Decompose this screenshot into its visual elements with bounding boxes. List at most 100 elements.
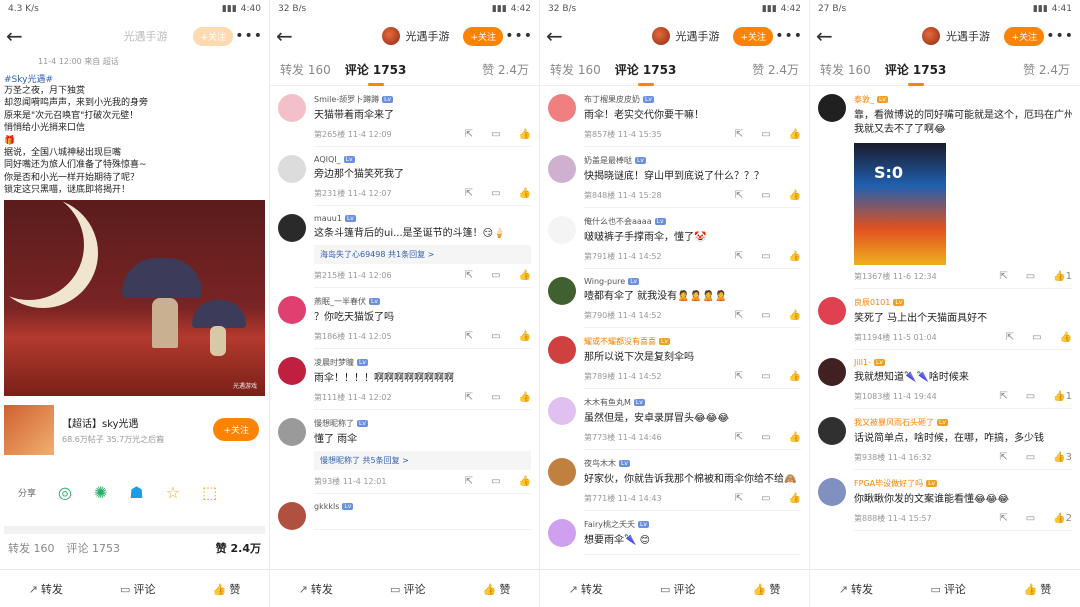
tab-comment[interactable]: 评论 1753 [885, 61, 946, 86]
like-icon[interactable]: 👍 [519, 392, 531, 403]
share-icon[interactable]: ⇱ [465, 188, 473, 199]
comment-count[interactable]: 评论 1753 [67, 540, 121, 556]
share-icon[interactable]: ⇱ [465, 331, 473, 342]
comment-button[interactable]: ▭ 评论 [931, 581, 966, 597]
like-icon[interactable]: 👍3 [1053, 452, 1072, 463]
like-icon[interactable]: 👍 [789, 310, 801, 321]
avatar[interactable] [278, 155, 306, 183]
reply-icon[interactable]: ▭ [1026, 271, 1035, 282]
like-button[interactable]: 👍 赞 [753, 581, 781, 597]
back-arrow-icon[interactable]: ← [276, 24, 298, 48]
share-icon[interactable]: ⇱ [465, 270, 473, 281]
avatar[interactable] [818, 94, 846, 122]
share-icon[interactable]: ⇱ [735, 432, 743, 443]
like-icon[interactable]: 👍 [519, 331, 531, 342]
avatar[interactable] [278, 94, 306, 122]
comment-button[interactable]: ▭ 评论 [390, 581, 425, 597]
more-icon[interactable]: ••• [1046, 28, 1074, 44]
reply-icon[interactable]: ▭ [491, 270, 500, 281]
share-icon[interactable]: ⇱ [735, 493, 743, 504]
tab-like[interactable]: 赞 2.4万 [1023, 61, 1070, 78]
star-icon[interactable]: ☆ [166, 483, 180, 502]
share-icon[interactable]: ⇱ [999, 452, 1007, 463]
share-icon[interactable]: ⇱ [999, 391, 1007, 402]
share-icon[interactable]: ⇱ [735, 190, 743, 201]
supertopic-card[interactable]: 【超话】sky光遇 68.6万帖子 35.7万光之后裔 +关注 [4, 402, 265, 458]
share-icon[interactable]: ⇱ [999, 513, 1007, 524]
share-icon[interactable]: ⇱ [735, 129, 743, 140]
like-icon[interactable]: 👍 [789, 493, 801, 504]
like-count[interactable]: 赞 2.4万 [216, 540, 261, 556]
commenter-name[interactable]: 木木有鱼丸M Lv [584, 397, 801, 408]
share-icon[interactable]: ⇱ [999, 271, 1007, 282]
like-icon[interactable]: 👍 [519, 270, 531, 281]
like-icon[interactable]: 👍2 [1053, 513, 1072, 524]
avatar[interactable] [548, 155, 576, 183]
more-icon[interactable]: ••• [505, 28, 533, 44]
wechat-icon[interactable]: ◎ [58, 483, 72, 502]
reply-icon[interactable]: ▭ [491, 476, 500, 487]
reply-preview[interactable]: 慢想昵称了 共5条回复 > [314, 451, 531, 470]
comment-button[interactable]: ▭ 评论 [120, 581, 155, 597]
supertopic-follow-button[interactable]: +关注 [213, 418, 259, 442]
moments-icon[interactable]: ✺ [94, 483, 107, 502]
avatar[interactable] [548, 94, 576, 122]
avatar[interactable] [818, 417, 846, 445]
reply-icon[interactable]: ▭ [1026, 452, 1035, 463]
commenter-name[interactable]: 我又被暴风雨石头砸了 Lv [854, 417, 1072, 428]
like-icon[interactable]: 👍 [789, 190, 801, 201]
like-icon[interactable]: 👍 [789, 371, 801, 382]
avatar[interactable] [548, 458, 576, 486]
like-icon[interactable]: 👍 [789, 432, 801, 443]
like-icon[interactable]: 👍 [519, 188, 531, 199]
avatar[interactable] [818, 297, 846, 325]
reply-icon[interactable]: ▭ [491, 129, 500, 140]
commenter-name[interactable]: 俺什么也不会aaaa Lv [584, 216, 801, 227]
avatar[interactable] [278, 418, 306, 446]
commenter-name[interactable]: 夜鸟木木 Lv [584, 458, 801, 469]
commenter-name[interactable]: 奶盖是最棒哒 Lv [584, 155, 801, 166]
reply-icon[interactable]: ▭ [1026, 513, 1035, 524]
reply-icon[interactable]: ▭ [1032, 332, 1041, 343]
account-header[interactable]: 光遇手游 [922, 27, 990, 45]
tab-repost[interactable]: 转发 160 [550, 61, 601, 78]
share-icon[interactable]: ⇱ [465, 129, 473, 140]
like-icon[interactable]: 👍 [789, 251, 801, 262]
reply-icon[interactable]: ▭ [761, 190, 770, 201]
follow-button[interactable]: +关注 [463, 27, 503, 46]
post-image[interactable]: 光遇游戏 [4, 199, 265, 396]
commenter-name[interactable]: mauu1 Lv [314, 214, 531, 223]
avatar[interactable] [818, 358, 846, 386]
avatar[interactable] [278, 357, 306, 385]
reply-icon[interactable]: ▭ [761, 493, 770, 504]
share-icon[interactable]: ⇱ [735, 310, 743, 321]
like-button[interactable]: 👍 赞 [213, 581, 241, 597]
tab-comment[interactable]: 评论 1753 [345, 61, 406, 86]
like-icon[interactable]: 👍 [519, 476, 531, 487]
commenter-name[interactable]: Fairy桃之夭夭 Lv [584, 519, 801, 530]
commenter-name[interactable]: 泰敦_ Lv [854, 94, 1072, 105]
commenter-name[interactable]: 凌晨时梦瞳 Lv [314, 357, 531, 368]
reply-preview[interactable]: 海岛失了心69498 共1条回复 > [314, 245, 531, 264]
more-icon[interactable]: ••• [775, 28, 803, 44]
share-icon[interactable]: ⇱ [465, 392, 473, 403]
tab-repost[interactable]: 转发 160 [280, 61, 331, 78]
repost-button[interactable]: ↗ 转发 [299, 581, 333, 597]
account-header[interactable]: 光遇手游 [124, 28, 168, 44]
back-arrow-icon[interactable]: ← [546, 24, 568, 48]
repost-button[interactable]: ↗ 转发 [29, 581, 63, 597]
follow-button[interactable]: +关注 [1004, 27, 1044, 46]
like-icon[interactable]: 👍 [519, 129, 531, 140]
tab-like[interactable]: 赞 2.4万 [482, 61, 529, 78]
commenter-name[interactable]: 慢想昵称了 Lv [314, 418, 531, 429]
commenter-name[interactable]: Wing-pure Lv [584, 277, 801, 286]
share-icon[interactable]: ⇱ [735, 371, 743, 382]
avatar[interactable] [548, 336, 576, 364]
reply-icon[interactable]: ▭ [761, 432, 770, 443]
avatar[interactable] [278, 502, 306, 530]
back-arrow-icon[interactable]: ← [816, 24, 838, 48]
avatar[interactable] [278, 296, 306, 324]
reply-icon[interactable]: ▭ [491, 331, 500, 342]
like-button[interactable]: 👍 赞 [1023, 581, 1051, 597]
commenter-name[interactable]: 良辰0101 Lv [854, 297, 1072, 308]
